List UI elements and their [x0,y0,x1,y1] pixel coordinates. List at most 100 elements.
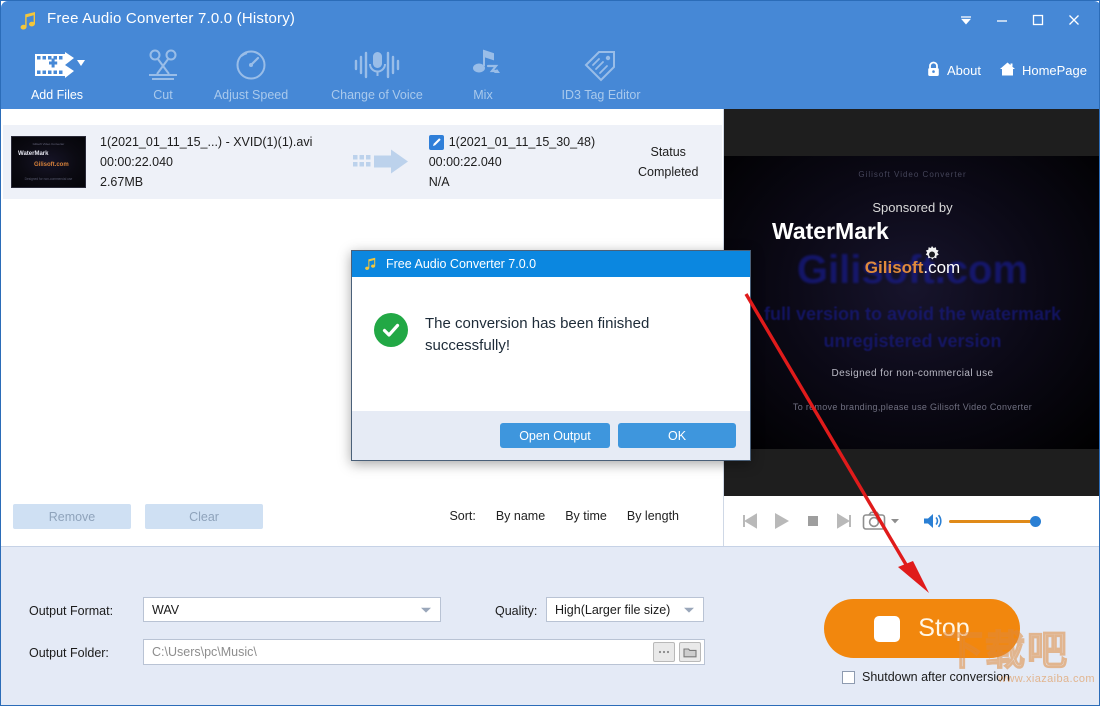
source-duration: 00:00:22.040 [100,152,342,172]
toolbar-item-label: Cut [153,88,172,102]
source-file-name: 1(2021_01_11_15_...) - XVID(1)(1).avi [100,132,342,152]
preview-letterbox-top [724,109,1100,156]
remove-button[interactable]: Remove [13,504,131,529]
sort-label: Sort: [449,509,475,523]
status-badge: Completed [614,162,722,182]
edit-pencil-icon[interactable] [429,135,444,150]
minimize-button[interactable] [985,8,1019,32]
sort-by-name[interactable]: By name [496,509,545,523]
dialog-message: The conversion has been finished success… [425,313,725,357]
quality-select[interactable]: High(Larger file size) [546,597,704,622]
output-format-value: WAV [144,603,179,617]
toolbar-item-change-of-voice[interactable]: Change of Voice [321,39,433,109]
quality-value: High(Larger file size) [547,603,670,617]
mix-notes-icon [464,45,502,85]
maximize-button[interactable] [1021,8,1055,32]
list-footer: Remove Clear Sort: By name By time By le… [1,496,724,546]
lock-icon [926,61,941,80]
toolbar-item-label: ID3 Tag Editor [562,88,641,102]
toolbar-item-label: Change of Voice [331,88,423,102]
dialog-title-bar: Free Audio Converter 7.0.0 [352,251,750,277]
preview-sponsored-by: Sponsored by [724,200,1100,215]
volume-slider[interactable] [949,514,1041,528]
dialog-footer: Open Output OK [352,411,750,460]
menu-dropdown-button[interactable] [949,8,983,32]
source-file-info: 1(2021_01_11_15_...) - XVID(1)(1).avi 00… [100,132,342,192]
volume-icon[interactable] [917,505,949,537]
sort-by-length[interactable]: By length [627,509,679,523]
music-note-icon [364,256,378,272]
play-button[interactable] [765,505,797,537]
thumbnail-line-4: Designed for non-commercial use [12,177,85,181]
video-preview[interactable]: Gilisoft Video Converter Sponsored by Wa… [724,109,1100,496]
open-output-button[interactable]: Open Output [500,423,610,448]
dialog-title: Free Audio Converter 7.0.0 [386,257,536,271]
homepage-label: HomePage [1022,63,1087,78]
about-link[interactable]: About [926,61,981,80]
toolbar-item-mix[interactable]: Mix [427,39,539,109]
folder-icon[interactable] [679,642,701,662]
speedometer-icon [231,45,271,85]
homepage-link[interactable]: HomePage [999,61,1087,80]
window-controls [949,8,1091,32]
output-format-select[interactable]: WAV [143,597,441,622]
volume-track [949,520,1033,523]
toolbar-links: About HomePage [926,61,1087,80]
source-size: 2.67MB [100,172,342,192]
shutdown-label: Shutdown after conversion [862,670,1010,684]
tag-edit-icon [582,45,620,85]
status-header: Status [614,142,722,162]
stop-button-label: Stop [918,614,969,643]
stop-square-icon [874,616,900,642]
preview-gili-left: Gilisoft [865,258,924,277]
thumbnail-line-3: Gilisoft.com [34,162,69,168]
stop-conversion-button[interactable]: Stop [824,599,1020,658]
clear-button[interactable]: Clear [145,504,263,529]
toolbar-item-adjust-speed[interactable]: Adjust Speed [195,39,307,109]
shutdown-after-conversion-row[interactable]: Shutdown after conversion [842,670,1010,684]
output-file-info: 1(2021_01_11_15_30_48) 00:00:22.040 N/A [429,132,615,192]
sort-controls: Sort: By name By time By length [449,509,679,523]
snapshot-button[interactable] [861,505,887,537]
toolbar: Add Files Cut [1,39,761,109]
preview-brand: WaterMark [724,218,1100,245]
table-row[interactable]: Gilisoft Video Converter WaterMark Gilis… [3,125,722,199]
preview-designed-note: Designed for non-commercial use [724,368,1100,379]
home-icon [999,61,1016,80]
toolbar-item-label: Mix [473,88,492,102]
add-files-icon [29,45,85,85]
music-note-icon [19,10,39,32]
success-check-icon [374,313,408,347]
about-label: About [947,63,981,78]
output-folder-label: Output Folder: [29,646,109,660]
preview-branding-note: To remove branding,please use Gilisoft V… [724,402,1100,412]
output-size: N/A [429,172,450,192]
close-button[interactable] [1057,8,1091,32]
toolbar-item-label: Adjust Speed [214,88,288,102]
toolbar-item-add-files[interactable]: Add Files [1,39,113,109]
toolbar-item-label: Add Files [31,88,83,102]
quality-label: Quality: [495,604,537,618]
media-controls [724,496,1100,546]
convert-arrow-icon [342,147,418,177]
shutdown-checkbox[interactable] [842,671,855,684]
browse-button[interactable] [653,642,675,662]
output-folder-input[interactable]: C:\Users\pc\Music\ [143,639,705,665]
window-title: Free Audio Converter 7.0.0 (History) [47,10,295,27]
next-button[interactable] [829,505,861,537]
stop-playback-button[interactable] [797,505,829,537]
thumbnail-line-1: Gilisoft Video Converter [12,142,85,146]
ok-button[interactable]: OK [618,423,736,448]
volume-knob[interactable] [1030,516,1041,527]
preview-watermark-header: Gilisoft Video Converter [724,170,1100,179]
previous-button[interactable] [733,505,765,537]
chevron-down-icon [420,601,432,619]
preview-ghost-line-3: unregistered version [724,331,1100,352]
sort-by-time[interactable]: By time [565,509,607,523]
preview-ghost-line-2: full version to avoid the watermark [724,304,1100,325]
output-duration: 00:00:22.040 [429,152,502,172]
toolbar-item-id3-tag-editor[interactable]: ID3 Tag Editor [536,39,666,109]
title-bar: Free Audio Converter 7.0.0 (History) [1,1,1100,39]
output-format-label-2: Output Format: [29,604,113,618]
snapshot-dropdown[interactable] [887,505,903,537]
